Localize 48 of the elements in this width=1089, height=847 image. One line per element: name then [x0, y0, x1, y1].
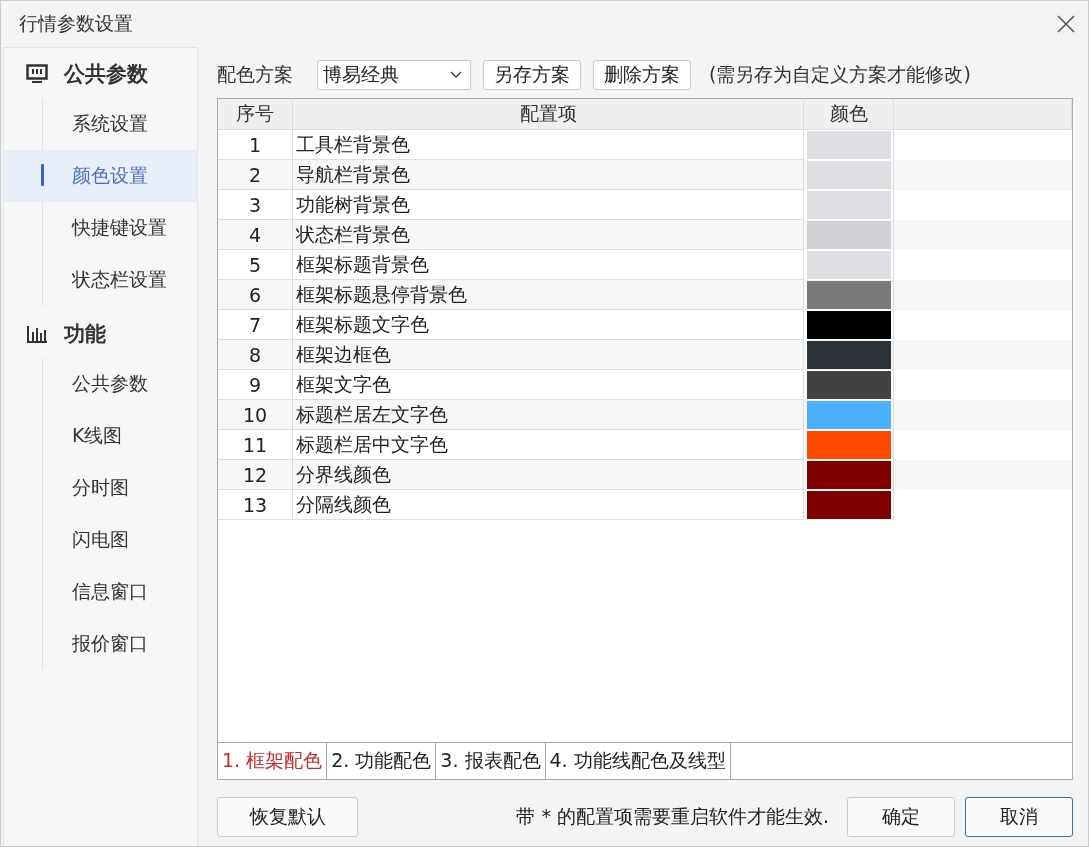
column-header: 序号: [218, 99, 293, 129]
color-swatch[interactable]: [807, 131, 891, 159]
sidebar-item[interactable]: 状态栏设置: [4, 254, 197, 306]
monitor-icon: [26, 64, 48, 84]
chevron-down-icon: [450, 71, 462, 79]
sidebar-item[interactable]: 信息窗口: [4, 566, 197, 618]
restart-note: 带 * 的配置项需要重启软件才能生效.: [516, 804, 829, 829]
color-swatch[interactable]: [807, 191, 891, 219]
sidebar-item[interactable]: 分时图: [4, 462, 197, 514]
tab[interactable]: 1. 框架配色: [218, 743, 328, 779]
table-cell: 分隔线颜色: [293, 490, 804, 520]
color-swatch[interactable]: [807, 491, 891, 519]
column-header: 颜色: [804, 99, 894, 129]
tab[interactable]: 4. 功能线配色及线型: [545, 743, 731, 779]
color-swatch[interactable]: [807, 431, 891, 459]
color-swatch[interactable]: [807, 251, 891, 279]
window-title: 行情参数设置: [19, 11, 133, 36]
tab[interactable]: 3. 报表配色: [436, 743, 546, 779]
sidebar-item[interactable]: 闪电图: [4, 514, 197, 566]
scheme-button[interactable]: 删除方案: [593, 60, 691, 90]
sidebar-item[interactable]: 颜色设置: [4, 150, 197, 202]
column-header: 配置项: [293, 99, 804, 129]
color-swatch[interactable]: [807, 161, 891, 189]
reset-button[interactable]: 恢复默认: [217, 797, 358, 837]
color-swatch[interactable]: [807, 401, 891, 429]
color-swatch[interactable]: [807, 461, 891, 489]
color-swatch[interactable]: [807, 311, 891, 339]
scheme-dropdown[interactable]: 博易经典: [317, 60, 471, 90]
color-swatch[interactable]: [807, 281, 891, 309]
color-swatch[interactable]: [807, 371, 891, 399]
color-swatch[interactable]: [807, 221, 891, 249]
cancel-button[interactable]: 取消: [965, 797, 1073, 837]
sidebar-item[interactable]: 系统设置: [4, 98, 197, 150]
table-cell: 13: [218, 490, 293, 520]
sidebar-item[interactable]: K线图: [4, 410, 197, 462]
scheme-note: (需另存为自定义方案才能修改): [709, 62, 971, 87]
close-icon[interactable]: [1056, 14, 1076, 34]
color-swatch[interactable]: [807, 341, 891, 369]
group-heading: 公共参数: [64, 61, 148, 88]
scheme-label: 配色方案: [217, 62, 293, 87]
scheme-button[interactable]: 另存方案: [483, 60, 581, 90]
sidebar-item[interactable]: 报价窗口: [4, 618, 197, 670]
sidebar-item[interactable]: 快捷键设置: [4, 202, 197, 254]
bar-chart-icon: [26, 324, 48, 344]
ok-button[interactable]: 确定: [847, 797, 955, 837]
tab[interactable]: 2. 功能配色: [327, 743, 437, 779]
group-heading: 功能: [64, 321, 106, 348]
sidebar-item[interactable]: 公共参数: [4, 358, 197, 410]
